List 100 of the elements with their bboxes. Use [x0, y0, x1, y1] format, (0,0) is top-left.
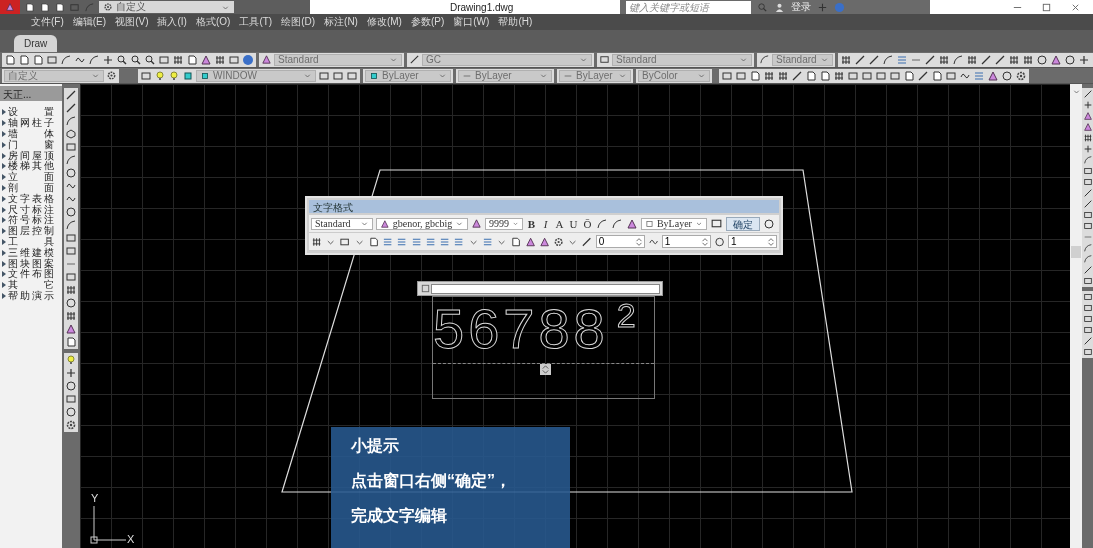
arc-icon[interactable] [1082, 254, 1093, 264]
line-icon[interactable] [853, 53, 866, 66]
cross-icon[interactable] [1082, 100, 1093, 110]
magnifier-icon[interactable] [116, 53, 128, 66]
scroll-thumb[interactable] [1071, 246, 1081, 258]
rectangle-icon[interactable] [318, 69, 330, 82]
rectangle-icon[interactable] [1082, 210, 1093, 220]
rectangle-icon[interactable] [346, 69, 358, 82]
rectangle-icon[interactable] [889, 69, 901, 82]
arc-icon[interactable] [60, 53, 72, 66]
grid-icon[interactable] [1082, 133, 1093, 143]
line-icon[interactable] [1082, 336, 1093, 346]
palette-item[interactable]: 尺寸标注 [8, 204, 54, 215]
line-icon[interactable] [1082, 265, 1093, 275]
palette-item[interactable]: 文字表格 [8, 193, 54, 204]
tracking-field[interactable]: 1 [661, 235, 711, 248]
circle-icon[interactable] [763, 217, 775, 230]
palette-item[interactable]: 符号标注 [8, 215, 54, 226]
arc-icon[interactable] [1082, 155, 1093, 165]
palette-item[interactable]: 设置 [8, 107, 54, 118]
line-icon[interactable] [581, 235, 593, 248]
format-button[interactable]: Ō [582, 217, 593, 230]
rectangle-icon[interactable] [1082, 221, 1093, 231]
rectangle-icon[interactable] [1082, 166, 1093, 176]
grid-icon[interactable] [763, 69, 775, 82]
circle-icon[interactable] [65, 206, 77, 218]
triangle-icon[interactable] [1082, 122, 1093, 132]
square-icon[interactable] [182, 69, 194, 82]
rectangle-icon[interactable] [861, 69, 873, 82]
style-dropdown[interactable]: Standard [311, 217, 373, 230]
rectangle-icon[interactable] [599, 54, 610, 65]
arc-icon[interactable] [596, 217, 608, 230]
document-icon[interactable] [18, 53, 30, 66]
arc-icon[interactable] [611, 217, 623, 230]
palette-item[interactable]: 文件布图 [8, 269, 54, 280]
palette-item[interactable]: 楼梯其他 [8, 161, 54, 172]
menu-item[interactable]: 修改(M) [366, 15, 402, 29]
document-icon[interactable] [24, 1, 35, 13]
menu-item[interactable]: 视图(V) [115, 15, 149, 29]
rectangle-icon[interactable] [65, 271, 77, 283]
document-icon[interactable] [510, 235, 522, 248]
line-icon[interactable] [65, 89, 77, 101]
rectangle-icon[interactable] [1082, 177, 1093, 187]
bulb-icon[interactable] [168, 69, 180, 82]
rectangle-icon[interactable] [46, 53, 58, 66]
rectangle-icon[interactable] [65, 141, 77, 153]
format-button[interactable]: U [568, 217, 579, 230]
rectangle-icon[interactable] [140, 69, 152, 82]
document-icon[interactable] [367, 235, 380, 248]
grid-icon[interactable] [172, 53, 184, 66]
hexagon-icon[interactable] [65, 128, 77, 140]
line-icon[interactable] [409, 54, 420, 65]
bulb-icon[interactable] [65, 354, 77, 366]
rectangle-icon[interactable] [1082, 276, 1093, 286]
palette-item[interactable]: 图块图案 [8, 258, 54, 269]
line-icon[interactable] [867, 53, 880, 66]
menu-item[interactable]: 编辑(E) [72, 15, 107, 29]
format-button[interactable]: B [526, 217, 537, 230]
circle-icon[interactable] [65, 406, 77, 418]
cross-icon[interactable] [102, 53, 114, 66]
circle-icon[interactable] [1001, 69, 1013, 82]
line-icon[interactable] [1082, 188, 1093, 198]
rectangle-icon[interactable] [65, 245, 77, 257]
rectangle-icon[interactable] [875, 69, 887, 82]
circle-icon[interactable] [65, 380, 77, 392]
grid-icon[interactable] [65, 284, 77, 296]
circle-icon[interactable] [1035, 53, 1048, 66]
rectangle-icon[interactable] [1082, 325, 1093, 335]
document-icon[interactable] [931, 69, 943, 82]
document-icon[interactable] [65, 336, 77, 348]
text-ruler[interactable] [417, 281, 663, 296]
magnifier-icon[interactable] [144, 53, 156, 66]
width-factor-field[interactable]: 1 [728, 235, 777, 248]
grid-icon[interactable] [937, 53, 950, 66]
gear-icon[interactable] [65, 419, 77, 431]
menu-item[interactable]: 文件(F) [31, 15, 64, 29]
line-icon[interactable] [65, 102, 77, 114]
triangle-icon[interactable] [261, 54, 272, 65]
document-icon[interactable] [4, 53, 16, 66]
menu-item[interactable]: 标注(N) [324, 15, 358, 29]
maximize-icon[interactable] [1041, 1, 1052, 13]
search-field[interactable]: 键入关键字或短语 [626, 0, 751, 14]
line-icon[interactable] [1082, 89, 1093, 99]
cross-icon[interactable] [65, 367, 77, 379]
file-tab[interactable]: Draw [14, 35, 58, 52]
gear-icon[interactable] [553, 235, 565, 248]
palette-item[interactable]: 三维建模 [8, 247, 54, 258]
line-icon[interactable] [917, 69, 929, 82]
height-dropdown[interactable]: 9999 [485, 217, 523, 230]
rectangle-icon[interactable] [1082, 347, 1093, 357]
circle-icon[interactable] [65, 167, 77, 179]
triangle-icon[interactable] [987, 69, 999, 82]
grid-icon[interactable] [65, 310, 77, 322]
arc-icon[interactable] [88, 53, 100, 66]
grid-icon[interactable] [965, 53, 978, 66]
palette-item[interactable]: 墙体 [8, 129, 54, 139]
arc-icon[interactable] [65, 219, 77, 231]
triangle-icon[interactable] [626, 217, 638, 230]
rectangle-icon[interactable] [945, 69, 957, 82]
line-icon[interactable] [979, 53, 992, 66]
